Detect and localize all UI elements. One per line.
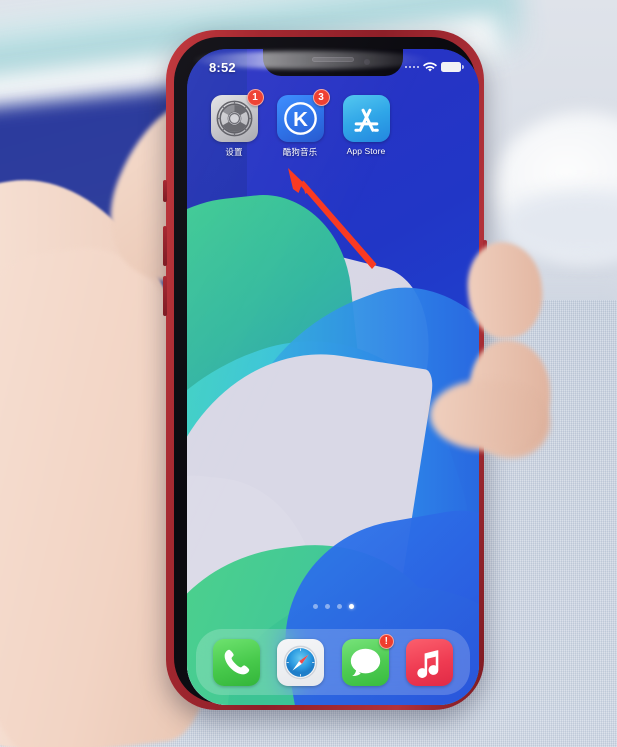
mute-switch[interactable] [163, 180, 167, 202]
app-icon-app-store[interactable]: App Store [333, 95, 399, 158]
settings-label: 设置 [225, 147, 243, 157]
dock: ! [196, 629, 470, 695]
app-store-a-glyph [353, 108, 379, 132]
music-note-icon[interactable] [406, 638, 454, 686]
music-note-glyph [417, 649, 439, 678]
safari-compass-glyph [283, 644, 318, 680]
photo-scene: 8:52 1 设置 K 3 酷狗音乐 App Store ! [0, 0, 617, 747]
status-clock: 8:52 [209, 59, 236, 75]
app-icon-settings[interactable]: 1 设置 [201, 89, 267, 158]
safari-compass-icon[interactable] [277, 638, 325, 686]
phone-screen: 8:52 1 设置 K 3 酷狗音乐 App Store ! [187, 49, 479, 705]
app-store-icon [342, 95, 390, 142]
page-dot-4-active[interactable] [348, 604, 354, 609]
display-notch [263, 49, 403, 76]
app-grid: 1 设置 K 3 酷狗音乐 App Store [187, 89, 479, 158]
page-dot-3[interactable] [336, 604, 342, 609]
appstore-icon-wrap [342, 95, 390, 142]
signal-dots-icon [404, 65, 419, 69]
app-store-label: App Store [346, 146, 386, 156]
phone-icon[interactable] [212, 638, 260, 686]
phone-bezel: 8:52 1 设置 K 3 酷狗音乐 App Store ! [174, 37, 479, 705]
messages-badge: ! [378, 633, 394, 649]
iphone-device: 8:52 1 设置 K 3 酷狗音乐 App Store ! [163, 30, 487, 710]
front-camera-icon [364, 59, 370, 65]
settings-icon-wrap: 1 [210, 89, 264, 142]
earpiece-speaker-icon [312, 57, 354, 62]
kugou-icon-wrap: K 3 [276, 89, 330, 142]
kugou-badge: 3 [312, 89, 330, 106]
page-dot-2[interactable] [324, 604, 330, 609]
volume-down-button[interactable] [163, 276, 167, 316]
status-indicators [404, 61, 464, 73]
svg-text:K: K [293, 108, 308, 131]
volume-up-button[interactable] [163, 226, 167, 266]
page-dot-1[interactable] [312, 604, 318, 609]
hand-finger-bottom [430, 380, 540, 450]
page-indicator-dots[interactable] [187, 604, 479, 609]
battery-icon [441, 62, 464, 72]
app-slot-empty [399, 95, 465, 158]
wifi-icon [423, 61, 437, 72]
messages-bubble-icon[interactable]: ! [341, 633, 394, 686]
kugou-label: 酷狗音乐 [282, 147, 318, 157]
phone-handset-glyph [224, 649, 249, 674]
settings-badge: 1 [246, 89, 264, 106]
app-icon-kugou-music[interactable]: K 3 酷狗音乐 [267, 89, 333, 158]
